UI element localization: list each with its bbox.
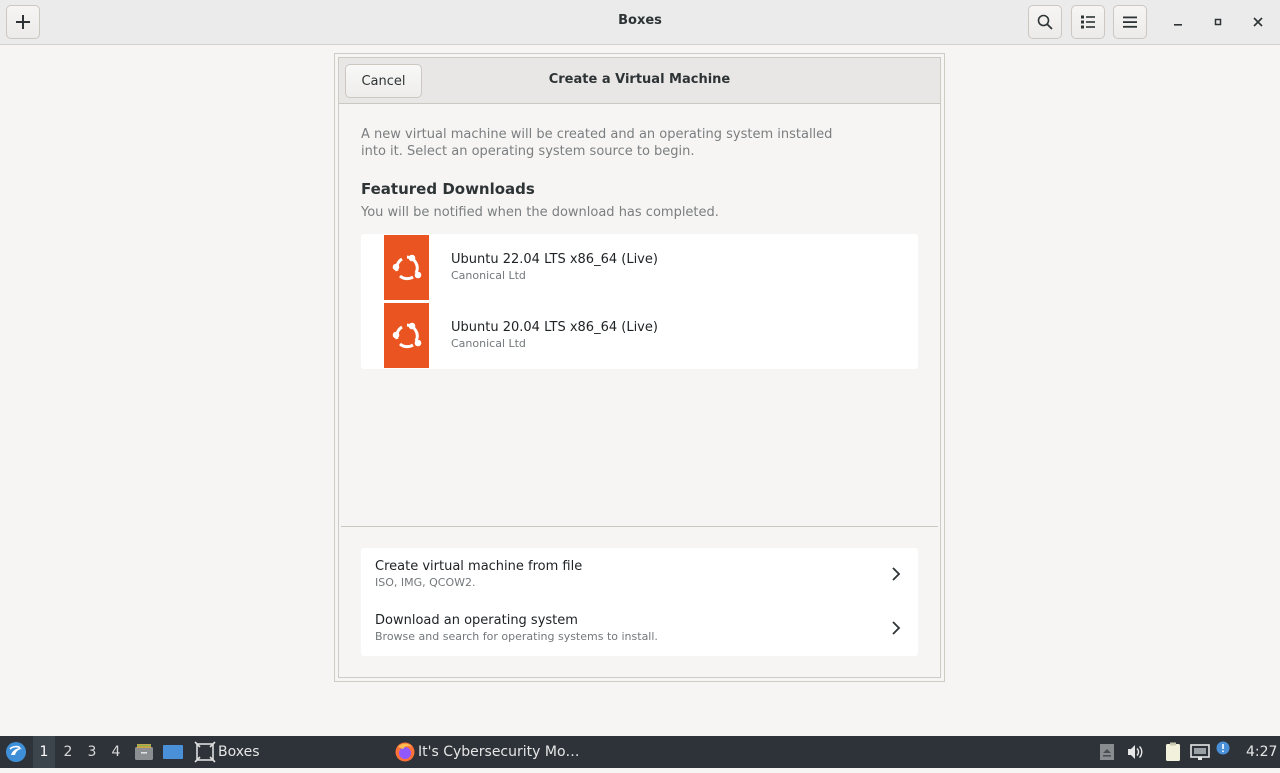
clipboard-button[interactable] xyxy=(1164,736,1182,768)
tray-item[interactable] xyxy=(1099,736,1115,768)
maximize-button[interactable] xyxy=(1208,12,1228,32)
network-icon xyxy=(1190,744,1210,760)
workspace-2[interactable]: 2 xyxy=(57,736,79,768)
volume-icon xyxy=(1128,745,1143,759)
os-name: Ubuntu 22.04 LTS x86_64 (Live) xyxy=(451,252,658,267)
os-vendor: Canonical Ltd xyxy=(451,337,526,350)
source-options-list: Create virtual machine from file ISO, IM… xyxy=(361,548,918,656)
list-view-button[interactable] xyxy=(1071,5,1105,39)
intro-text: A new virtual machine will be created an… xyxy=(361,126,861,160)
main-menu-button[interactable] xyxy=(1113,5,1147,39)
featured-downloads-heading: Featured Downloads xyxy=(361,180,535,198)
section-divider xyxy=(341,526,938,527)
ubuntu-logo-icon xyxy=(384,235,429,300)
taskbar-firefox-window[interactable]: It's Cybersecurity Mo… xyxy=(394,736,580,768)
create-vm-dialog: Cancel Create a Virtual Machine A new vi… xyxy=(338,57,941,678)
ubuntu-logo-icon xyxy=(384,303,429,368)
taskbar-boxes-window[interactable]: Boxes xyxy=(194,736,260,768)
intro-line-1: A new virtual machine will be created an… xyxy=(361,127,833,142)
featured-downloads-list: Ubuntu 22.04 LTS x86_64 (Live) Canonical… xyxy=(361,234,918,369)
minimize-icon xyxy=(1174,24,1182,26)
header-bar: Boxes xyxy=(0,0,1280,45)
clipboard-icon xyxy=(1166,742,1180,761)
desktop-icon xyxy=(163,745,183,759)
taskbar: 1 2 3 4 Boxes It's Cybersecurity Mo… 4:2… xyxy=(0,736,1280,768)
dialog-title: Create a Virtual Machine xyxy=(548,72,731,87)
source-subtitle: Browse and search for operating systems … xyxy=(375,630,658,643)
source-subtitle: ISO, IMG, QCOW2. xyxy=(375,576,476,589)
intro-line-2: into it. Select an operating system sour… xyxy=(361,144,695,159)
source-title: Download an operating system xyxy=(375,613,578,628)
os-name: Ubuntu 20.04 LTS x86_64 (Live) xyxy=(451,320,658,335)
start-menu-button[interactable] xyxy=(4,736,28,768)
hamburger-menu-icon xyxy=(1123,16,1137,28)
chevron-right-icon xyxy=(892,567,901,581)
create-from-file-row[interactable]: Create virtual machine from file ISO, IM… xyxy=(361,548,918,602)
os-vendor: Canonical Ltd xyxy=(451,269,526,282)
list-view-icon xyxy=(1081,15,1095,29)
notifications-button[interactable] xyxy=(1216,736,1230,773)
list-item-ubuntu-2204[interactable]: Ubuntu 22.04 LTS x86_64 (Live) Canonical… xyxy=(361,234,918,302)
close-icon xyxy=(1253,17,1263,27)
list-item-ubuntu-2004[interactable]: Ubuntu 20.04 LTS x86_64 (Live) Canonical… xyxy=(361,302,918,370)
workspace-4[interactable]: 4 xyxy=(105,736,127,768)
info-badge-icon xyxy=(1216,741,1230,755)
featured-downloads-subtitle: You will be notified when the download h… xyxy=(361,205,719,220)
close-button[interactable] xyxy=(1248,12,1268,32)
source-title: Create virtual machine from file xyxy=(375,559,583,574)
network-button[interactable] xyxy=(1190,736,1210,768)
show-desktop-button[interactable] xyxy=(162,736,184,768)
clock[interactable]: 4:27 xyxy=(1246,736,1277,768)
file-manager-launcher[interactable] xyxy=(134,736,154,768)
eject-icon xyxy=(1100,744,1114,760)
volume-button[interactable] xyxy=(1126,736,1144,768)
search-button[interactable] xyxy=(1028,5,1062,39)
search-icon xyxy=(1037,14,1053,30)
minimize-button[interactable] xyxy=(1168,12,1188,32)
dialog-header: Cancel Create a Virtual Machine xyxy=(339,58,940,104)
boxes-app-icon xyxy=(194,741,216,763)
taskbar-boxes-label: Boxes xyxy=(218,744,260,760)
file-manager-icon xyxy=(135,744,153,760)
chevron-right-icon xyxy=(892,621,901,635)
firefox-icon xyxy=(395,742,415,762)
maximize-icon xyxy=(1214,18,1222,26)
workspace-3[interactable]: 3 xyxy=(81,736,103,768)
download-os-row[interactable]: Download an operating system Browse and … xyxy=(361,602,918,656)
distro-logo-icon xyxy=(6,742,26,762)
workspace-1[interactable]: 1 xyxy=(33,736,55,768)
taskbar-firefox-label: It's Cybersecurity Mo… xyxy=(418,744,580,760)
